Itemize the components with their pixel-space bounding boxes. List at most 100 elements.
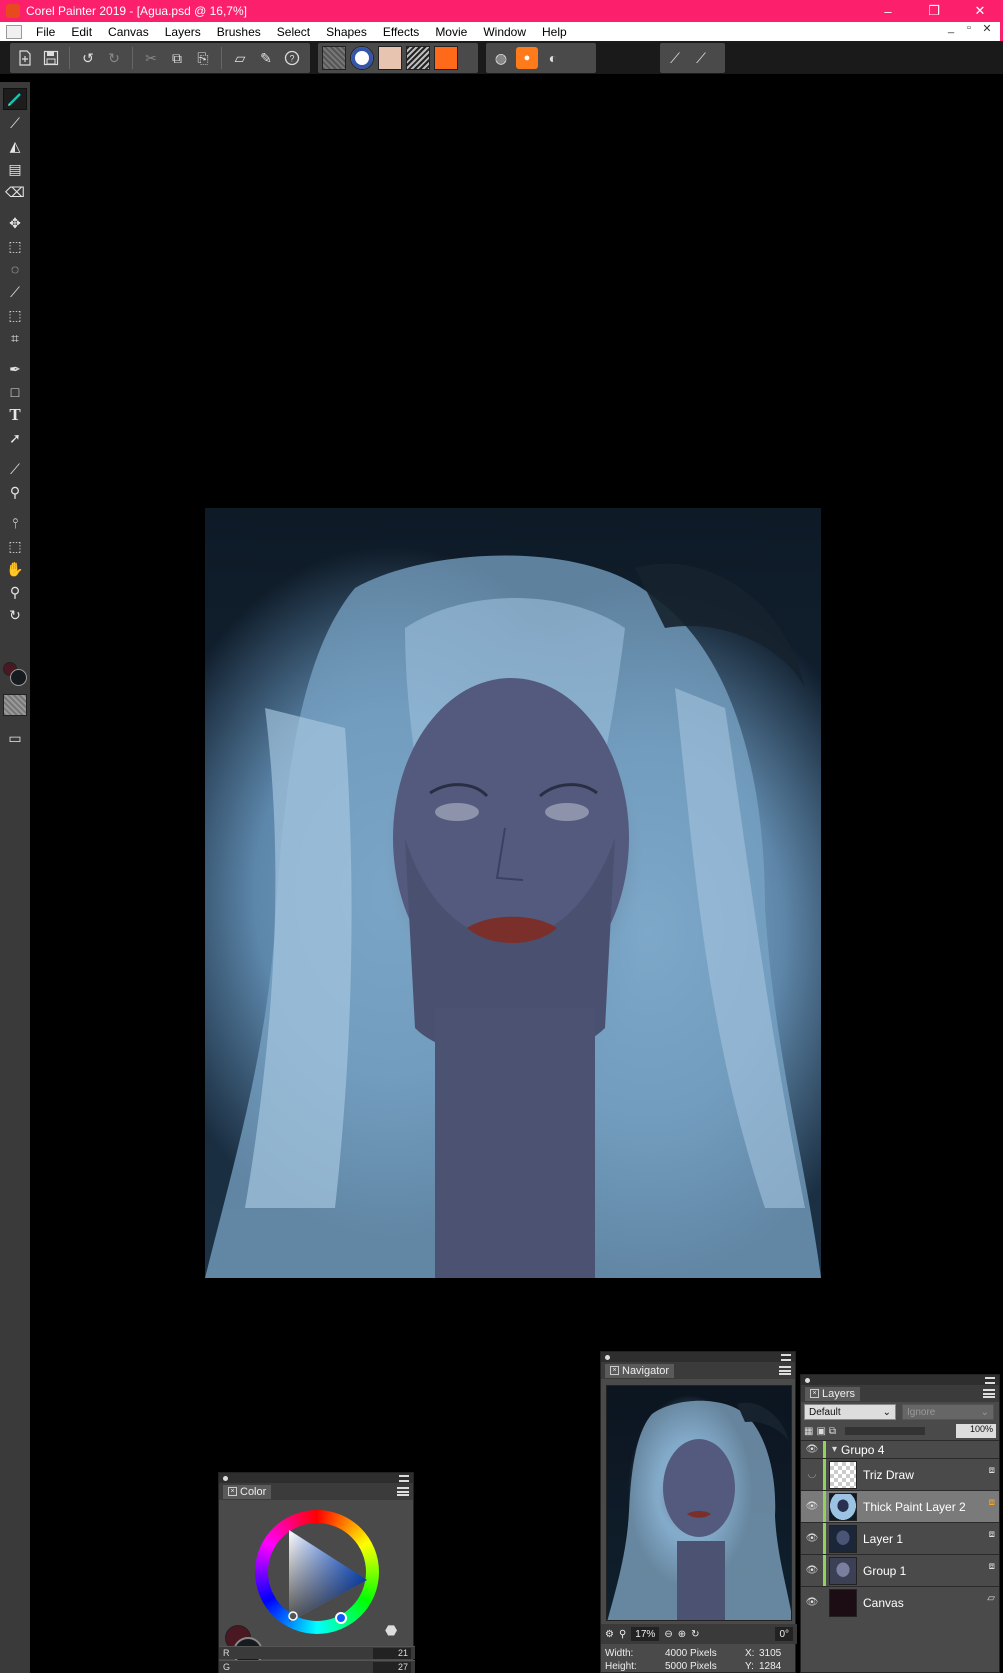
close-button[interactable]: ✕	[957, 0, 1003, 22]
dropper-tool-icon[interactable]: ⟋	[3, 112, 27, 134]
menu-help[interactable]: Help	[534, 25, 575, 39]
opacity-slider[interactable]	[845, 1427, 926, 1435]
cut-icon[interactable]: ✂	[140, 47, 162, 69]
composite-method-select[interactable]: Default ⌄	[804, 1404, 896, 1420]
minimize-button[interactable]: –	[865, 0, 911, 22]
close-tab-icon[interactable]: ×	[810, 1389, 819, 1398]
gradient-tool-icon[interactable]: ▤	[3, 158, 27, 180]
nozzle-swatch[interactable]	[434, 46, 458, 70]
navigator-settings-icon[interactable]: ⚙	[605, 1629, 614, 1640]
doc-minimize-button[interactable]: _	[942, 22, 960, 35]
flow-map-swatch[interactable]	[350, 46, 374, 70]
panel-grip[interactable]	[801, 1375, 999, 1385]
opacity-field[interactable]: 100%	[956, 1424, 996, 1438]
transform-tool-icon[interactable]: ⬚	[3, 304, 27, 326]
layer-row-group-1[interactable]: 👁 Group 1 ⧈	[801, 1554, 999, 1587]
color-swatches[interactable]	[3, 662, 27, 686]
layer-adjuster-tool-icon[interactable]: ✥	[3, 212, 27, 234]
undo-icon[interactable]: ↺	[77, 47, 99, 69]
navigator-zoom-icon[interactable]: ⚲	[619, 1629, 626, 1640]
pick-up-underlying-icon[interactable]: ▣	[816, 1426, 825, 1437]
save-icon[interactable]	[40, 47, 62, 69]
hue-indicator[interactable]	[335, 1612, 347, 1624]
crop-tool-icon[interactable]: ⌗	[3, 327, 27, 349]
panel-grip[interactable]	[219, 1473, 413, 1483]
perspective-guides-tool-icon[interactable]: ⬚	[3, 535, 27, 557]
tab-color[interactable]: × Color	[223, 1484, 272, 1499]
visibility-eye-icon[interactable]: 👁	[801, 1597, 823, 1608]
layer-row-layer-1[interactable]: 👁 Layer 1 ⧈	[801, 1522, 999, 1555]
brush-search-icon[interactable]: ✎	[255, 47, 277, 69]
panel-menu-icon[interactable]	[779, 1366, 791, 1375]
main-color-swatch[interactable]	[10, 669, 27, 686]
menu-select[interactable]: Select	[269, 25, 318, 39]
menu-edit[interactable]: Edit	[63, 25, 100, 39]
tab-navigator[interactable]: × Navigator	[605, 1363, 675, 1378]
brush-controls-icon[interactable]: ⟋	[690, 47, 712, 69]
canvas-artwork[interactable]	[205, 508, 821, 1278]
magnifier-tool-icon[interactable]: ⚲	[3, 581, 27, 603]
document-icon[interactable]	[6, 24, 22, 39]
color-wheel-icon[interactable]: ◐	[542, 47, 564, 69]
group-expand-icon[interactable]: ▾	[832, 1444, 837, 1455]
layer-row-canvas[interactable]: 👁 Canvas ▱	[801, 1586, 999, 1618]
menu-file[interactable]: File	[28, 25, 63, 39]
visibility-eye-icon[interactable]: 👁	[801, 1444, 823, 1455]
rectangular-selection-tool-icon[interactable]: ⬚	[3, 235, 27, 257]
menu-canvas[interactable]: Canvas	[100, 25, 157, 39]
color-mixer-icon[interactable]: ◍	[490, 47, 512, 69]
menu-layers[interactable]: Layers	[157, 25, 209, 39]
help-icon[interactable]: ?	[281, 47, 303, 69]
mirror-painting-tool-icon[interactable]: ⫯	[3, 512, 27, 534]
panel-collapse-icon[interactable]	[985, 1376, 995, 1384]
close-tab-icon[interactable]: ×	[228, 1487, 237, 1496]
visibility-eye-icon[interactable]: 👁	[801, 1565, 823, 1576]
saturation-value-triangle[interactable]	[279, 1528, 371, 1624]
rubber-stamp-tool-icon[interactable]: ⚲	[3, 481, 27, 503]
paper-texture-swatch[interactable]	[322, 46, 346, 70]
zoom-out-icon[interactable]: ⊖	[664, 1629, 672, 1640]
doc-close-button[interactable]: ✕	[978, 22, 996, 35]
color-sets-icon[interactable]: ⬣	[385, 1622, 397, 1639]
menu-effects[interactable]: Effects	[375, 25, 427, 39]
navigator-thumbnail[interactable]	[606, 1385, 792, 1621]
doc-restore-button[interactable]: ▫	[960, 22, 978, 35]
panel-menu-icon[interactable]	[397, 1487, 409, 1496]
layer-row-triz-draw[interactable]: ◡ Triz Draw ⧈	[801, 1458, 999, 1491]
rotate-page-tool-icon[interactable]: ↻	[3, 604, 27, 626]
visibility-hidden-icon[interactable]: ◡	[801, 1469, 823, 1480]
paste-icon[interactable]: ⎘	[192, 47, 214, 69]
lock-layer-icon[interactable]: ⧉	[829, 1426, 836, 1437]
panel-collapse-icon[interactable]	[399, 1474, 409, 1482]
paper-selector-icon[interactable]	[3, 694, 27, 716]
menu-movie[interactable]: Movie	[427, 25, 475, 39]
paint-bucket-tool-icon[interactable]: ◭	[3, 135, 27, 157]
redo-icon[interactable]: ↻	[103, 47, 125, 69]
brush-tool-icon[interactable]	[3, 88, 27, 110]
visibility-eye-icon[interactable]: 👁	[801, 1533, 823, 1544]
restore-button[interactable]: ❐	[911, 0, 957, 22]
rectangle-shape-tool-icon[interactable]: □	[3, 381, 27, 403]
magic-wand-tool-icon[interactable]: ⟋	[3, 281, 27, 303]
copy-icon[interactable]: ⧉	[166, 47, 188, 69]
close-tab-icon[interactable]: ×	[610, 1366, 619, 1375]
tab-layers[interactable]: × Layers	[805, 1386, 861, 1401]
paper-layer-icon[interactable]: ▱	[229, 47, 251, 69]
menu-window[interactable]: Window	[475, 25, 534, 39]
panel-menu-icon[interactable]	[983, 1389, 995, 1398]
screen-mode-icon[interactable]: ▭	[3, 727, 27, 749]
panel-collapse-icon[interactable]	[781, 1353, 791, 1361]
menu-shapes[interactable]: Shapes	[318, 25, 375, 39]
pattern-swatch[interactable]	[378, 46, 402, 70]
lock-transparency-icon[interactable]: ▦	[804, 1426, 813, 1437]
brush-tracking-icon[interactable]: ⟋	[664, 47, 686, 69]
pen-tool-icon[interactable]: ✒	[3, 358, 27, 380]
menu-brushes[interactable]: Brushes	[209, 25, 269, 39]
grabber-tool-icon[interactable]: ✋	[3, 558, 27, 580]
layer-row-thick-paint-layer-2[interactable]: 👁 Thick Paint Layer 2 ⧈	[801, 1490, 999, 1523]
rotation-field[interactable]: 0°	[775, 1627, 793, 1641]
green-value-field[interactable]: 27	[373, 1661, 411, 1673]
cloner-tool-icon[interactable]: ⟋	[3, 458, 27, 480]
dropper-color-icon[interactable]: ●	[516, 47, 538, 69]
panel-grip[interactable]	[601, 1352, 795, 1362]
